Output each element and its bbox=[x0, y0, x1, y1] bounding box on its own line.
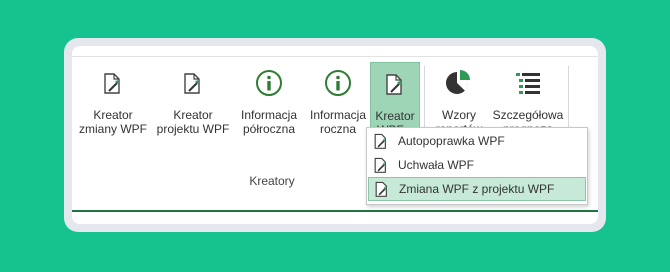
menu-item-label: Uchwała WPF bbox=[398, 158, 475, 172]
button-label: Informacja roczna bbox=[309, 108, 367, 136]
pie-chart-icon bbox=[444, 68, 474, 98]
informacja-polroczna-button[interactable]: Informacja półroczna bbox=[236, 62, 302, 170]
wizard-page-icon bbox=[368, 156, 394, 174]
wizard-page-icon bbox=[368, 132, 394, 150]
kreator-zmiany-wpf-button[interactable]: Kreator zmiany WPF bbox=[76, 62, 150, 170]
wizard-page-icon bbox=[98, 68, 128, 98]
menu-item-zmiana-wpf-z-projektu-wpf[interactable]: Zmiana WPF z projektu WPF bbox=[368, 177, 586, 201]
wizard-page-icon bbox=[380, 69, 410, 99]
button-label: Kreator zmiany WPF bbox=[78, 108, 147, 136]
button-label: Kreator projektu WPF bbox=[156, 108, 230, 136]
group-label: Kreatory bbox=[249, 174, 295, 188]
menu-item-autopoprawka-wpf[interactable]: Autopoprawka WPF bbox=[368, 129, 586, 153]
menu-item-label: Zmiana WPF z projektu WPF bbox=[399, 182, 555, 196]
menu-item-uchwala-wpf[interactable]: Uchwała WPF bbox=[368, 153, 586, 177]
informacja-roczna-button[interactable]: Informacja roczna bbox=[306, 62, 370, 170]
wizard-page-icon bbox=[369, 180, 395, 198]
wizard-page-icon bbox=[178, 68, 208, 98]
info-icon bbox=[323, 68, 353, 98]
kreator-wpf-dropdown-menu: Autopoprawka WPF Uchwała WPF Zmiana WPF … bbox=[366, 127, 588, 205]
button-label: Informacja półroczna bbox=[240, 108, 298, 136]
menu-item-label: Autopoprawka WPF bbox=[398, 134, 505, 148]
list-detail-icon bbox=[513, 68, 543, 98]
info-icon bbox=[254, 68, 284, 98]
ribbon-bottom-accent-line bbox=[72, 210, 598, 212]
kreator-projektu-wpf-button[interactable]: Kreator projektu WPF bbox=[154, 62, 232, 170]
